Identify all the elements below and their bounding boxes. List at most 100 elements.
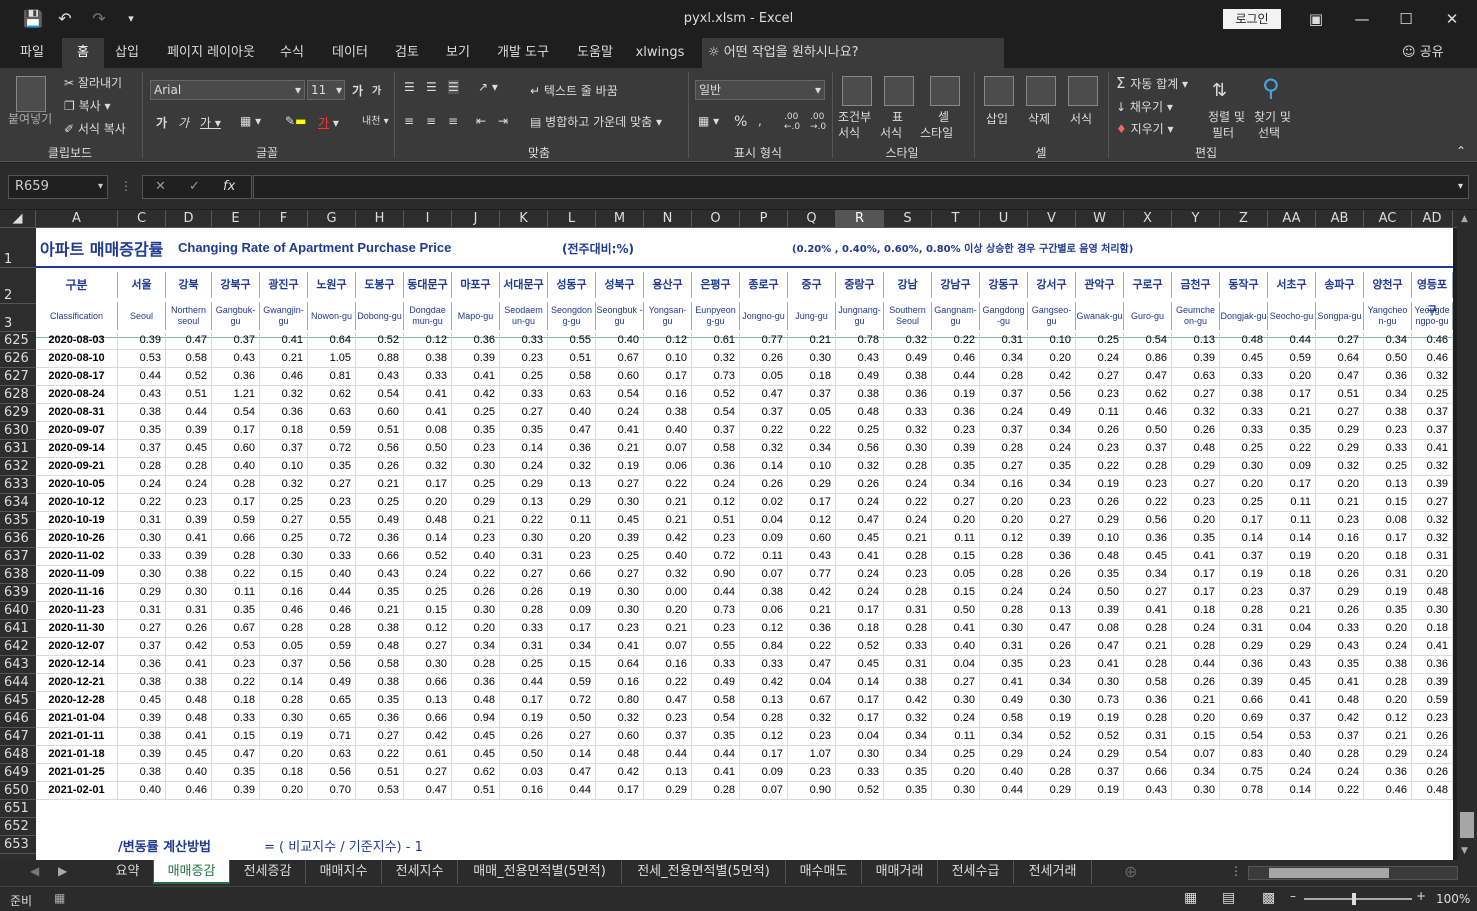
- value-cell[interactable]: 0.35: [692, 728, 740, 746]
- value-cell[interactable]: 0.26: [1316, 602, 1364, 620]
- value-cell[interactable]: 0.37: [1268, 710, 1316, 728]
- percent-icon[interactable]: %: [734, 114, 747, 130]
- value-cell[interactable]: 0.35: [1076, 566, 1124, 584]
- value-cell[interactable]: 0.59: [1268, 350, 1316, 368]
- value-cell[interactable]: 0.21: [1364, 728, 1412, 746]
- value-cell[interactable]: 0.17: [1268, 386, 1316, 404]
- column-header-k[interactable]: K: [500, 210, 548, 228]
- value-cell[interactable]: 0.19: [1220, 566, 1268, 584]
- value-cell[interactable]: 0.44: [692, 584, 740, 602]
- value-cell[interactable]: 0.24: [1412, 746, 1453, 764]
- value-cell[interactable]: 0.24: [884, 476, 932, 494]
- value-cell[interactable]: 0.37: [740, 404, 788, 422]
- value-cell[interactable]: 0.09: [548, 602, 596, 620]
- value-cell[interactable]: 0.73: [692, 602, 740, 620]
- value-cell[interactable]: 0.21: [788, 332, 836, 350]
- value-cell[interactable]: 0.42: [404, 728, 452, 746]
- value-cell[interactable]: 0.42: [788, 584, 836, 602]
- value-cell[interactable]: 0.27: [1076, 368, 1124, 386]
- prev-sheet-icon[interactable]: ◀: [30, 864, 39, 878]
- value-cell[interactable]: 0.34: [932, 476, 980, 494]
- value-cell[interactable]: 0.35: [1268, 422, 1316, 440]
- value-cell[interactable]: 0.38: [1220, 386, 1268, 404]
- value-cell[interactable]: 0.45: [836, 656, 884, 674]
- value-cell[interactable]: 0.30: [596, 584, 644, 602]
- column-header-q[interactable]: Q: [788, 210, 836, 228]
- value-cell[interactable]: 0.48: [1220, 332, 1268, 350]
- value-cell[interactable]: 0.30: [1076, 674, 1124, 692]
- value-cell[interactable]: 0.39: [1172, 350, 1220, 368]
- value-cell[interactable]: 0.37: [788, 386, 836, 404]
- value-cell[interactable]: 0.40: [308, 566, 356, 584]
- value-cell[interactable]: 0.19: [596, 458, 644, 476]
- value-cell[interactable]: 0.60: [212, 440, 260, 458]
- value-cell[interactable]: 0.21: [1268, 404, 1316, 422]
- value-cell[interactable]: 0.26: [1316, 566, 1364, 584]
- value-cell[interactable]: 0.17: [548, 620, 596, 638]
- value-cell[interactable]: 0.52: [1076, 728, 1124, 746]
- value-cell[interactable]: 0.32: [884, 710, 932, 728]
- value-cell[interactable]: 0.31: [884, 602, 932, 620]
- column-header-n[interactable]: N: [644, 210, 692, 228]
- value-cell[interactable]: 0.45: [166, 440, 212, 458]
- value-cell[interactable]: 0.44: [692, 746, 740, 764]
- value-cell[interactable]: 0.22: [452, 566, 500, 584]
- value-cell[interactable]: 0.33: [884, 404, 932, 422]
- value-cell[interactable]: 0.33: [212, 710, 260, 728]
- value-cell[interactable]: 0.31: [1412, 548, 1453, 566]
- value-cell[interactable]: 0.23: [1028, 494, 1076, 512]
- column-header-l[interactable]: L: [548, 210, 596, 228]
- value-cell[interactable]: 0.20: [1028, 350, 1076, 368]
- value-cell[interactable]: 0.45: [452, 746, 500, 764]
- merge-center-button[interactable]: ▤ 병합하고 가운데 맞춤 ▾: [530, 113, 662, 130]
- value-cell[interactable]: 0.40: [1268, 746, 1316, 764]
- value-cell[interactable]: 0.38: [356, 620, 404, 638]
- tab-page-layout[interactable]: 페이지 레이아웃: [156, 38, 266, 68]
- conditional-format-label-2[interactable]: 서식: [838, 124, 860, 141]
- value-cell[interactable]: 0.52: [836, 638, 884, 656]
- value-cell[interactable]: 0.36: [548, 440, 596, 458]
- value-cell[interactable]: 0.26: [1172, 422, 1220, 440]
- value-cell[interactable]: 0.39: [118, 746, 166, 764]
- value-cell[interactable]: 0.28: [500, 602, 548, 620]
- value-cell[interactable]: 0.28: [740, 710, 788, 728]
- zoom-out-icon[interactable]: –: [1290, 889, 1296, 903]
- row-header[interactable]: 629: [0, 404, 36, 422]
- value-cell[interactable]: 0.36: [1412, 656, 1453, 674]
- next-sheet-icon[interactable]: ▶: [58, 864, 67, 878]
- value-cell[interactable]: 0.14: [1268, 782, 1316, 800]
- value-cell[interactable]: 0.24: [1028, 584, 1076, 602]
- decrease-indent-icon[interactable]: ⇤: [476, 114, 486, 128]
- value-cell[interactable]: 0.16: [500, 782, 548, 800]
- value-cell[interactable]: 0.20: [1220, 476, 1268, 494]
- collapse-ribbon-icon[interactable]: ⌃: [1456, 144, 1466, 158]
- value-cell[interactable]: 0.25: [356, 494, 404, 512]
- sort-filter-label[interactable]: 정렬 및: [1208, 108, 1245, 125]
- value-cell[interactable]: 0.11: [932, 728, 980, 746]
- column-header-g[interactable]: G: [308, 210, 356, 228]
- value-cell[interactable]: 0.28: [884, 584, 932, 602]
- date-cell[interactable]: 2020-08-10: [36, 350, 118, 368]
- value-cell[interactable]: 0.22: [500, 512, 548, 530]
- value-cell[interactable]: 0.24: [1364, 638, 1412, 656]
- value-cell[interactable]: 0.19: [260, 728, 308, 746]
- value-cell[interactable]: 0.20: [260, 782, 308, 800]
- format-painter-button[interactable]: ✐ 서식 복사: [64, 120, 126, 137]
- value-cell[interactable]: 0.46: [308, 602, 356, 620]
- value-cell[interactable]: 0.59: [308, 638, 356, 656]
- value-cell[interactable]: 0.32: [740, 440, 788, 458]
- value-cell[interactable]: 0.38: [644, 404, 692, 422]
- date-cell[interactable]: 2021-01-04: [36, 710, 118, 728]
- value-cell[interactable]: 0.38: [118, 674, 166, 692]
- normal-view-icon[interactable]: ▦: [1184, 890, 1197, 906]
- date-cell[interactable]: 2020-10-05: [36, 476, 118, 494]
- value-cell[interactable]: 0.34: [1124, 566, 1172, 584]
- value-cell[interactable]: 0.11: [548, 512, 596, 530]
- value-cell[interactable]: 0.15: [212, 728, 260, 746]
- value-cell[interactable]: 0.38: [166, 674, 212, 692]
- value-cell[interactable]: 0.38: [404, 350, 452, 368]
- value-cell[interactable]: 0.24: [1316, 764, 1364, 782]
- value-cell[interactable]: 0.34: [884, 746, 932, 764]
- value-cell[interactable]: 0.28: [980, 440, 1028, 458]
- login-button[interactable]: 로그인: [1223, 9, 1281, 29]
